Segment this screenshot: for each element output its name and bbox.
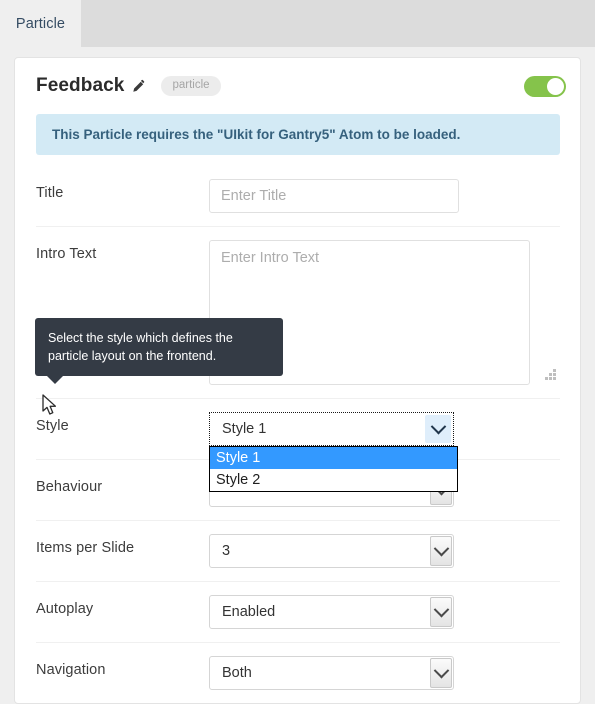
navigation-select[interactable]: Both [209,656,454,690]
tab-bar-empty-area [81,0,595,47]
navigation-value: Both [222,665,252,681]
field-title [209,179,560,213]
form-row-items-per-slide: Items per Slide 3 [36,521,560,582]
dropdown-option[interactable]: Style 1 [210,447,457,469]
label-navigation: Navigation [36,662,106,678]
tab-particle-label: Particle [15,15,66,32]
form-row-autoplay: Autoplay Enabled [36,582,560,643]
label-style: Style [36,418,69,434]
field-items-per-slide: 3 [209,534,560,568]
label-title: Title [36,185,64,201]
status-badge: particle [161,75,221,97]
chevron-down-icon[interactable] [425,415,451,443]
field-style: Style 1 Style 1 Style 2 [209,412,560,492]
dropdown-option[interactable]: Style 2 [210,469,457,491]
chevron-down-icon[interactable] [430,597,452,627]
label-intro-text: Intro Text [36,246,97,262]
style-tooltip-text: Select the style which defines the parti… [48,331,233,364]
card-header: Feedback particle [15,58,580,114]
label-autoplay: Autoplay [36,601,94,617]
pencil-icon[interactable] [132,79,146,93]
particle-enabled-toggle[interactable] [524,76,566,97]
page-title: Feedback [36,75,125,96]
tab-bar: Particle [0,0,595,47]
style-dropdown-list[interactable]: Style 1 Style 2 [209,446,458,492]
items-per-slide-select[interactable]: 3 [209,534,454,568]
field-autoplay: Enabled [209,595,560,629]
resize-grip-icon[interactable] [545,369,556,380]
chevron-down-icon[interactable] [430,658,452,688]
items-per-slide-value: 3 [222,543,231,559]
requirement-alert: This Particle requires the "UIkit for Ga… [36,114,560,155]
particle-settings-card: Feedback particle This Particle requires… [14,57,581,704]
form-row-title: Title [36,166,560,227]
style-select[interactable]: Style 1 [209,412,454,446]
settings-form: Title Intro Text Style [15,155,580,703]
autoplay-value: Enabled [222,604,276,620]
chevron-down-icon[interactable] [430,536,452,566]
autoplay-select[interactable]: Enabled [209,595,454,629]
tab-particle[interactable]: Particle [0,0,81,47]
form-row-navigation: Navigation Both [36,643,560,703]
tooltip-arrow [47,376,63,385]
label-behaviour: Behaviour [36,479,103,495]
field-navigation: Both [209,656,560,690]
toggle-knob [547,78,564,95]
title-input[interactable] [209,179,459,213]
style-select-value: Style 1 [222,421,267,437]
label-items-per-slide: Items per Slide [36,540,135,556]
style-tooltip: Select the style which defines the parti… [35,318,283,385]
form-row-style: Style Style 1 Style 1 Style 2 [36,399,560,492]
